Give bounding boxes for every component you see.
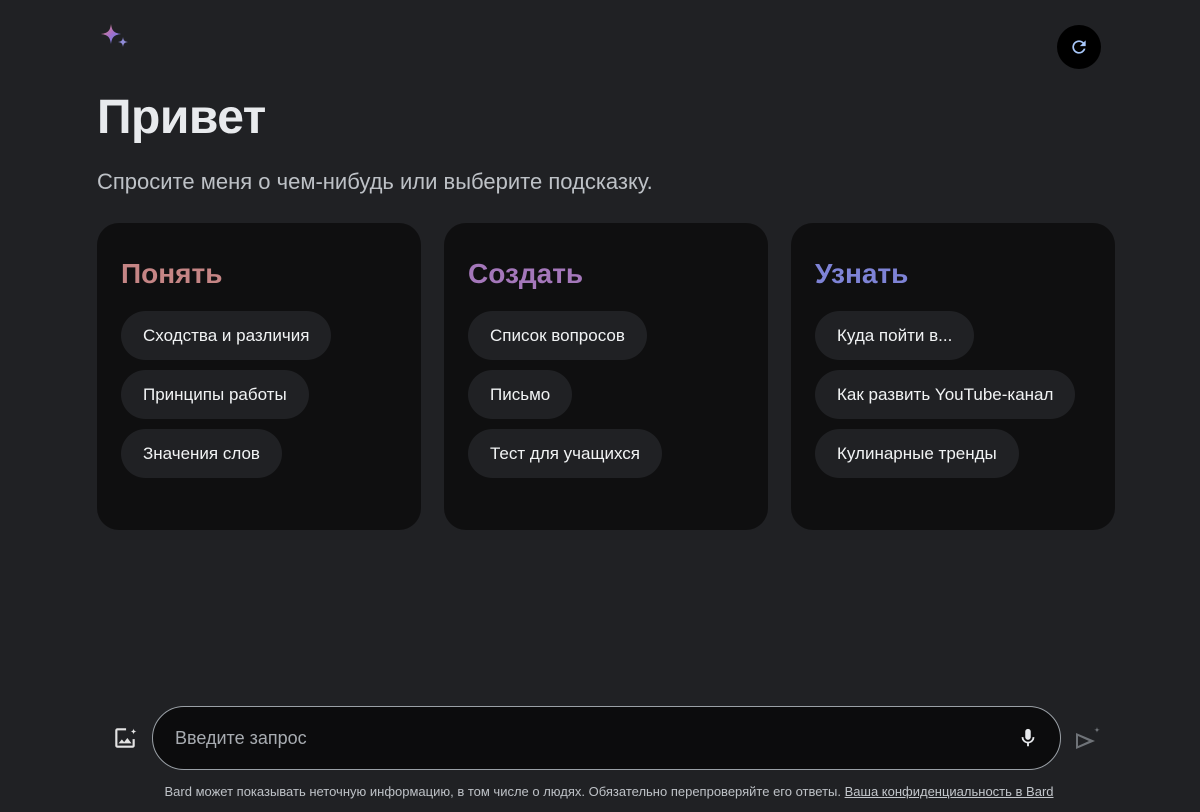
suggestion-chip[interactable]: Письмо [468, 370, 573, 419]
send-icon [1076, 727, 1100, 749]
suggestion-chip[interactable]: Принципы работы [121, 370, 309, 419]
bard-home-page: Привет Спросите меня о чем-нибудь или вы… [0, 0, 1200, 812]
suggestion-chip[interactable]: Список вопросов [468, 311, 647, 360]
suggestion-chip[interactable]: Значения слов [121, 429, 282, 478]
privacy-link[interactable]: Ваша конфиденциальность в Bard [845, 784, 1054, 799]
microphone-button[interactable] [1014, 724, 1042, 752]
disclaimer: Bard может показывать неточную информаци… [0, 784, 1200, 799]
suggestion-chip[interactable]: Куда пойти в... [815, 311, 975, 360]
greeting-title: Привет [97, 91, 266, 144]
microphone-icon [1021, 728, 1035, 747]
card-learn: Узнать Куда пойти в... Как развить YouTu… [791, 223, 1115, 530]
prompt-box [152, 706, 1061, 770]
suggestion-chip[interactable]: Тест для учащихся [468, 429, 662, 478]
refresh-icon [1072, 40, 1086, 54]
chip-list: Куда пойти в... Как развить YouTube-кана… [815, 311, 1091, 478]
prompt-area [0, 706, 1200, 770]
disclaimer-text: Bard может показывать неточную информаци… [164, 784, 841, 799]
suggestion-cards: Понять Сходства и различия Принципы рабо… [97, 223, 1115, 530]
chip-list: Список вопросов Письмо Тест для учащихся [468, 311, 744, 478]
card-title: Создать [468, 258, 584, 289]
card-understand: Понять Сходства и различия Принципы рабо… [97, 223, 421, 530]
add-image-icon[interactable] [112, 725, 138, 751]
suggestion-chip[interactable]: Сходства и различия [121, 311, 332, 360]
suggestion-chip[interactable]: Как развить YouTube-канал [815, 370, 1076, 419]
card-title: Понять [121, 258, 223, 289]
bard-sparkle-icon [98, 22, 132, 52]
card-create: Создать Список вопросов Письмо Тест для … [444, 223, 768, 530]
prompt-input[interactable] [175, 718, 1014, 758]
card-title: Узнать [815, 258, 909, 289]
refresh-button[interactable] [1057, 25, 1101, 69]
suggestion-chip[interactable]: Кулинарные тренды [815, 429, 1019, 478]
chip-list: Сходства и различия Принципы работы Знач… [121, 311, 397, 478]
greeting-subtitle: Спросите меня о чем-нибудь или выберите … [97, 169, 653, 194]
send-button[interactable] [1073, 725, 1103, 753]
